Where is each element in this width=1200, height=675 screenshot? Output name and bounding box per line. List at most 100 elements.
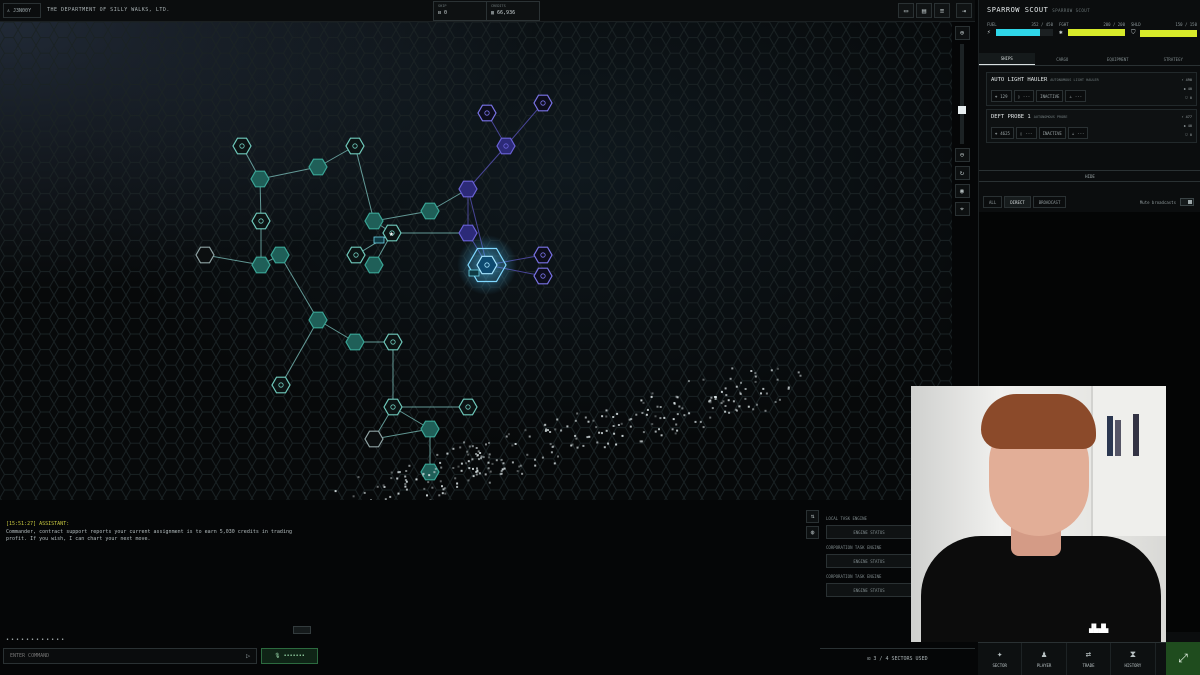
sector-node[interactable]: [534, 268, 552, 284]
sector-node[interactable]: [309, 159, 327, 175]
sector-node[interactable]: [384, 399, 402, 415]
nebula-particle: [385, 498, 387, 500]
map-canvas[interactable]: ★: [0, 22, 952, 500]
sector-node[interactable]: [459, 399, 477, 415]
sector-node[interactable]: [346, 138, 364, 154]
locate-button[interactable]: ⌖: [955, 202, 970, 216]
tab-equipment[interactable]: EQUIPMENT: [1090, 53, 1146, 65]
player-chip[interactable]: ♙ J3N00Y: [3, 3, 41, 18]
nebula-particle: [390, 477, 392, 479]
sector-node[interactable]: [346, 334, 364, 350]
log-toggle[interactable]: [293, 626, 311, 634]
nebula-particle: [389, 496, 391, 498]
nebula-particle: [485, 443, 487, 445]
zoom-in-button[interactable]: ⊕: [955, 26, 970, 40]
sector-node[interactable]: [534, 247, 552, 263]
nebula-particle: [506, 436, 508, 438]
zoom-slider[interactable]: [960, 44, 964, 144]
engine-status-button[interactable]: ENGINE STATUS: [826, 554, 912, 568]
ship-sector[interactable]: ⌖ 129: [991, 90, 1012, 102]
sector-node[interactable]: [459, 181, 477, 197]
sector-node[interactable]: [252, 213, 270, 229]
nebula-particle: [485, 473, 487, 475]
sector-node[interactable]: [421, 203, 439, 219]
nebula-particle: [446, 453, 448, 455]
command-input[interactable]: [3, 648, 257, 664]
sector-node[interactable]: [459, 225, 477, 241]
ship-cargo[interactable]: ▯ ---: [1016, 127, 1037, 139]
ship-crew[interactable]: ♙ ---: [1065, 90, 1086, 102]
voice-button[interactable]: 🎙 •••••••: [261, 648, 318, 664]
comms-tab-broadcast[interactable]: BROADCAST: [1033, 196, 1067, 208]
sector-node[interactable]: [251, 171, 269, 187]
nebula-particle: [677, 413, 679, 415]
globe-button[interactable]: ◍: [806, 526, 819, 539]
nav-history[interactable]: ⧗ HISTORY: [1111, 643, 1155, 675]
notes-button[interactable]: ▤: [916, 3, 932, 18]
nebula-particle: [439, 462, 441, 464]
ship-cargo[interactable]: ▯ ---: [1014, 90, 1035, 102]
ship-crew[interactable]: ♙ ---: [1068, 127, 1089, 139]
nav-player[interactable]: ♟ PLAYER: [1022, 643, 1066, 675]
tab-cargo[interactable]: CARGO: [1035, 53, 1091, 65]
nebula-particle: [601, 415, 603, 417]
sector-node[interactable]: [365, 213, 383, 229]
nav-trade[interactable]: ⇄ TRADE: [1067, 643, 1111, 675]
sector-node[interactable]: [271, 247, 289, 263]
tab-ships[interactable]: SHIPS: [979, 53, 1035, 65]
comms-tab-direct[interactable]: DIRECT: [1004, 196, 1030, 208]
sector-node[interactable]: [497, 138, 515, 154]
sector-map[interactable]: ★: [0, 22, 952, 500]
engine-status-button[interactable]: ENGINE STATUS: [826, 525, 912, 539]
sector-node[interactable]: [477, 256, 497, 273]
sector-node[interactable]: [365, 257, 383, 273]
swap-button[interactable]: ⇅: [806, 510, 819, 523]
ship-card[interactable]: AUTO LIGHT HAULER AUTONOMOUS LIGHT HAULER…: [986, 72, 1197, 106]
ship-sector[interactable]: ⌖ 4625: [991, 127, 1014, 139]
nebula-particle: [736, 386, 738, 388]
zoom-slider-thumb[interactable]: [958, 106, 966, 114]
sector-node[interactable]: [365, 431, 383, 447]
nav-sector[interactable]: ✦ SECTOR: [978, 643, 1022, 675]
nebula-particle: [755, 376, 757, 378]
voice-level: •••••••: [284, 653, 305, 659]
sector-node[interactable]: [478, 105, 496, 121]
refresh-button[interactable]: ↻: [955, 166, 970, 180]
hide-toggle[interactable]: HIDE: [979, 170, 1200, 182]
sector-node[interactable]: [347, 247, 365, 263]
sector-node[interactable]: [421, 464, 439, 480]
mute-switch[interactable]: [1180, 198, 1194, 206]
ship-status[interactable]: INACTIVE: [1039, 127, 1066, 139]
sector-node[interactable]: [233, 138, 251, 154]
comms-tab-all[interactable]: ALL: [983, 196, 1002, 208]
sector-node[interactable]: [384, 334, 402, 350]
engine-status-button[interactable]: ENGINE STATUS: [826, 583, 912, 597]
nebula-particle: [575, 438, 577, 440]
tab-strategy[interactable]: STRATEGY: [1146, 53, 1200, 65]
logout-button[interactable]: ⇥: [956, 3, 972, 18]
sector-node[interactable]: [421, 421, 439, 437]
sector-node[interactable]: [252, 257, 270, 273]
person-hair: [981, 394, 1096, 449]
nebula-particle: [467, 454, 469, 456]
fighters-gauge: FGHT 200 / 200 ✱: [1059, 22, 1125, 37]
monitor-button[interactable]: ▭: [898, 3, 914, 18]
sector-node[interactable]: [196, 247, 214, 263]
nebula-particle: [674, 403, 676, 405]
top-bar: ♙ J3N00Y THE DEPARTMENT OF SILLY WALKS, …: [0, 0, 975, 22]
ship-status[interactable]: INACTIVE: [1036, 90, 1063, 102]
compass-icon: ✦: [997, 650, 1002, 660]
visibility-button[interactable]: ◉: [955, 184, 970, 198]
sector-node[interactable]: [309, 312, 327, 328]
send-icon[interactable]: ▷: [246, 652, 250, 660]
ship-marker[interactable]: [469, 270, 479, 276]
ship-marker[interactable]: [374, 237, 384, 243]
settings-button[interactable]: ≡: [934, 3, 950, 18]
nebula-particle: [549, 431, 551, 433]
zoom-out-button[interactable]: ⊖: [955, 148, 970, 162]
sector-node[interactable]: [272, 377, 290, 393]
expand-button[interactable]: ⤢: [1166, 642, 1200, 675]
nebula-particle: [426, 494, 428, 496]
ship-card[interactable]: DEFT PROBE 1 AUTONOMOUS PROBE ⌖ 4625 ▯ --- …: [986, 109, 1197, 143]
sector-node[interactable]: [534, 95, 552, 111]
